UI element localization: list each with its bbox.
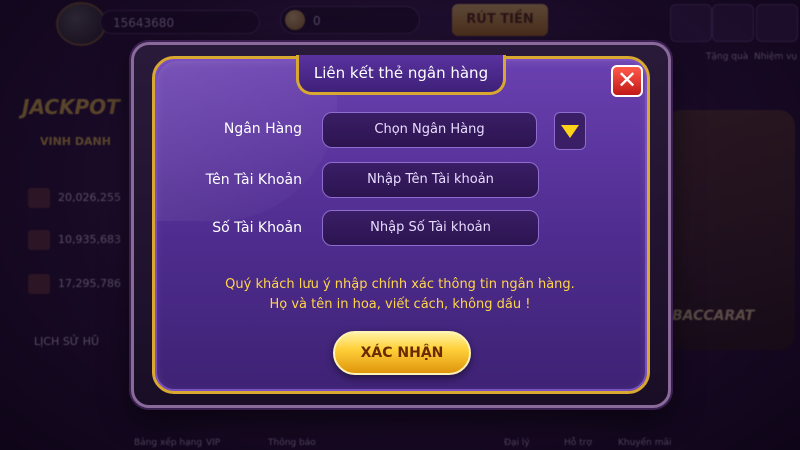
dialog-title: Liên kết thẻ ngân hàng: [296, 55, 506, 95]
account-name-input[interactable]: Nhập Tên Tài khoản: [322, 162, 539, 198]
account-name-label: Tên Tài Khoản: [205, 172, 302, 188]
account-number-label: Số Tài Khoản: [212, 220, 302, 236]
close-icon: ✕: [616, 66, 638, 94]
notice-line-2: Họ và tên in hoa, viết cách, không dấu !: [269, 297, 531, 312]
confirm-button[interactable]: XÁC NHẬN: [333, 331, 471, 375]
close-button[interactable]: ✕: [611, 65, 643, 97]
notice-text: Quý khách lưu ý nhập chính xác thông tin…: [210, 275, 590, 315]
account-number-input[interactable]: Nhập Số Tài khoản: [322, 210, 539, 246]
bank-select[interactable]: Chọn Ngân Hàng: [322, 112, 537, 148]
bank-dropdown-button[interactable]: [554, 112, 586, 150]
bank-label: Ngân Hàng: [223, 121, 302, 137]
chevron-down-icon: [561, 125, 579, 138]
notice-line-1: Quý khách lưu ý nhập chính xác thông tin…: [225, 277, 575, 292]
